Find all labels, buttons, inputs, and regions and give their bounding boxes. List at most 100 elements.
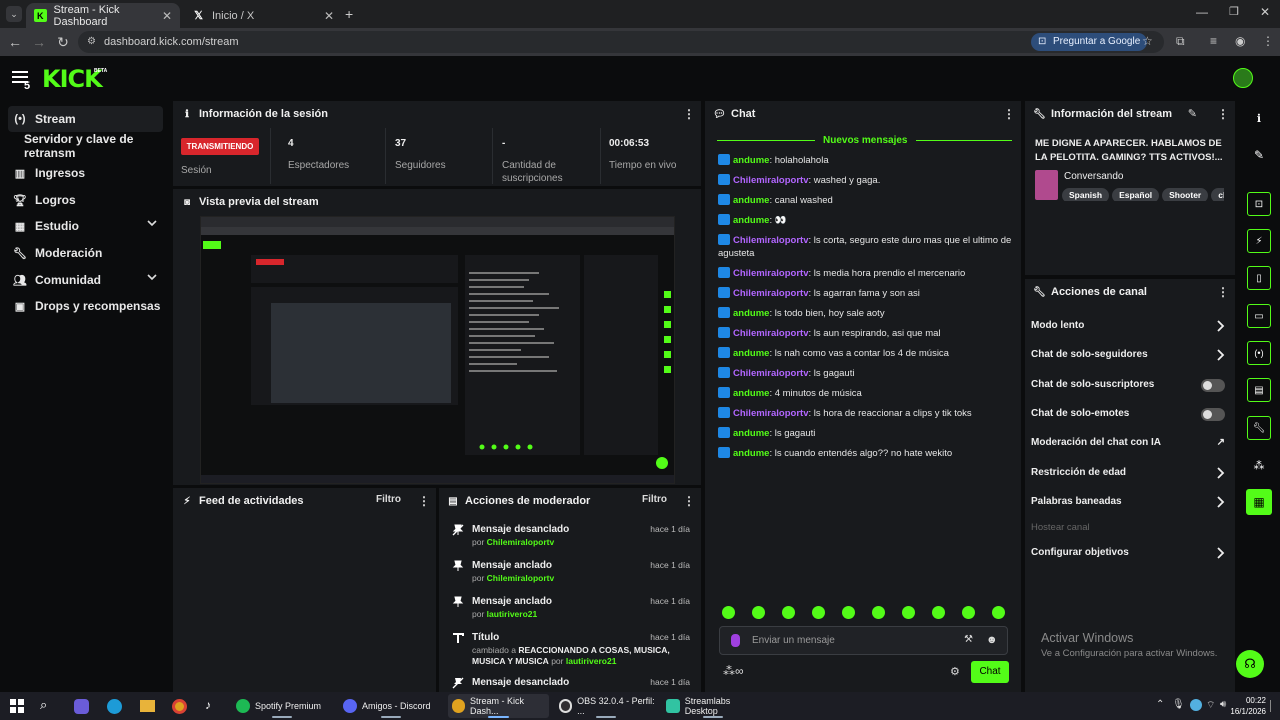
taskbar-discord[interactable]: Amigos - Discord bbox=[339, 694, 443, 718]
action-age-restriction[interactable]: Restricción de edad bbox=[1031, 463, 1227, 483]
support-headset-icon[interactable]: ☊ bbox=[1236, 650, 1264, 678]
chat-username[interactable]: andume bbox=[733, 155, 769, 166]
category-name[interactable]: Conversando bbox=[1064, 171, 1123, 182]
emote-icon[interactable] bbox=[932, 606, 945, 619]
close-tab-icon[interactable]: ✕ bbox=[324, 9, 334, 23]
bolt-icon[interactable]: ⚡︎ bbox=[1247, 229, 1271, 253]
tab-kick-dashboard[interactable]: K Stream - Kick Dashboard ✕ bbox=[26, 3, 180, 28]
mod-tools-icon[interactable]: ⚒ bbox=[964, 634, 973, 645]
taskbar-streamlabs[interactable]: Streamlabs Desktop bbox=[662, 694, 764, 718]
sidebar-item-drops[interactable]: ▣ Drops y recompensas bbox=[8, 293, 163, 319]
show-desktop-button[interactable] bbox=[1270, 700, 1276, 712]
chat-username[interactable]: andume bbox=[733, 348, 769, 359]
kick-logo[interactable]: KICK bbox=[42, 65, 103, 93]
forward-arrow-icon[interactable]: → bbox=[31, 34, 47, 50]
tray-chevron-up-icon[interactable]: ⌃ bbox=[1156, 699, 1164, 710]
action-slow-mode[interactable]: Modo lento bbox=[1031, 316, 1227, 336]
emote-icon[interactable] bbox=[962, 606, 975, 619]
tab-x-home[interactable]: 𝕏 Inicio / X ✕ bbox=[184, 3, 342, 28]
chat-rules-icon[interactable]: ⁂∞ bbox=[723, 664, 744, 678]
emote-icon[interactable] bbox=[872, 606, 885, 619]
sidebar-item-logros[interactable]: 🏆︎ Logros bbox=[8, 187, 163, 213]
focus-icon[interactable]: ⊡ bbox=[1247, 192, 1271, 216]
taskbar-chrome-kick[interactable]: Stream - Kick Dash... bbox=[448, 694, 549, 718]
more-options-icon[interactable]: ⋮ bbox=[1003, 107, 1015, 121]
emote-icon[interactable] bbox=[902, 606, 915, 619]
action-ai-moderation[interactable]: Moderación del chat con IA ↗ bbox=[1031, 433, 1227, 453]
edit-pencil-icon[interactable]: ✎ bbox=[1188, 107, 1197, 120]
emoji-icon[interactable]: ☻ bbox=[986, 634, 998, 646]
broadcast-icon[interactable]: (•) bbox=[1247, 341, 1271, 365]
taskbar-spotify[interactable]: Spotify Premium bbox=[232, 694, 332, 718]
emote-icon[interactable] bbox=[782, 606, 795, 619]
chat-username[interactable]: Chilemiraloportv bbox=[733, 368, 809, 379]
search-icon[interactable]: ⌕ bbox=[40, 697, 47, 713]
wifi-icon[interactable]: ⌔ bbox=[1206, 699, 1215, 712]
nodes-icon[interactable]: ⁂ bbox=[1246, 452, 1272, 478]
site-info-icon[interactable]: ⚙ bbox=[87, 31, 96, 53]
chat-username[interactable]: andume bbox=[733, 308, 769, 319]
address-bar[interactable]: ⚙ dashboard.kick.com/stream bbox=[78, 31, 1164, 53]
emote-icon[interactable] bbox=[722, 606, 735, 619]
filter-button[interactable]: Filtro bbox=[376, 494, 401, 505]
sidebar-item-server-key[interactable]: Servidor y clave de retransm bbox=[8, 132, 172, 160]
action-configure-goals[interactable]: Configurar objetivos bbox=[1031, 543, 1227, 563]
maximize-icon[interactable]: ❐ bbox=[1229, 5, 1239, 18]
more-options-icon[interactable]: ⋮ bbox=[683, 107, 695, 121]
action-followers-only[interactable]: Chat de solo-seguidores bbox=[1031, 345, 1227, 365]
emote-icon[interactable] bbox=[752, 606, 765, 619]
back-arrow-icon[interactable]: ← bbox=[7, 34, 23, 50]
edge-icon[interactable] bbox=[107, 699, 122, 714]
media-controls-icon[interactable]: ≡ bbox=[1210, 34, 1217, 48]
action-banned-words[interactable]: Palabras baneadas bbox=[1031, 492, 1227, 512]
close-window-icon[interactable]: ✕ bbox=[1260, 5, 1270, 19]
sidebar-item-ingresos[interactable]: ▥ Ingresos bbox=[8, 160, 163, 186]
emote-icon[interactable] bbox=[812, 606, 825, 619]
more-options-icon[interactable]: ⋮ bbox=[418, 494, 430, 508]
chat-username[interactable]: andume bbox=[733, 215, 769, 226]
moderator-name[interactable]: Chilemiraloportv bbox=[487, 537, 555, 547]
ask-google-button[interactable]: ⊡ Preguntar a Google bbox=[1031, 33, 1148, 51]
chat-username[interactable]: Chilemiraloportv bbox=[733, 328, 809, 339]
stream-preview-video[interactable] bbox=[200, 216, 675, 484]
subscribers-only-toggle[interactable] bbox=[1201, 379, 1225, 392]
file-explorer-icon[interactable] bbox=[140, 700, 155, 712]
taskbar-obs[interactable]: OBS 32.0.4 - Perfil: ... bbox=[555, 694, 657, 718]
chat-settings-gear-icon[interactable]: ⚙ bbox=[950, 665, 960, 678]
chat-username[interactable]: andume bbox=[733, 388, 769, 399]
chat-username[interactable]: andume bbox=[733, 428, 769, 439]
more-options-icon[interactable]: ⋮ bbox=[1217, 107, 1229, 121]
minimize-icon[interactable]: — bbox=[1196, 5, 1208, 19]
moderator-name[interactable]: lautirivero21 bbox=[566, 656, 617, 666]
document-icon[interactable]: ▯ bbox=[1247, 266, 1271, 290]
more-options-icon[interactable]: ⋮ bbox=[1217, 285, 1229, 299]
clock-time[interactable]: 00:22 bbox=[1236, 696, 1266, 705]
chat-username[interactable]: andume bbox=[733, 195, 769, 206]
microphone-icon[interactable] bbox=[731, 634, 740, 647]
sidebar-item-stream[interactable]: (•) Stream bbox=[8, 106, 163, 132]
profile-icon[interactable]: ◉ bbox=[1235, 34, 1245, 48]
moderator-name[interactable]: Chilemiraloportv bbox=[487, 573, 555, 583]
bookmark-star-icon[interactable]: ☆ bbox=[1142, 34, 1153, 48]
new-tab-button[interactable]: + bbox=[345, 6, 353, 22]
log-icon[interactable]: ▤ bbox=[1247, 378, 1271, 402]
more-options-icon[interactable]: ⋮ bbox=[683, 494, 695, 508]
windows-start-icon[interactable] bbox=[10, 699, 24, 713]
chat-username[interactable]: andume bbox=[733, 448, 769, 459]
sidebar-item-estudio[interactable]: ▦ Estudio bbox=[8, 213, 163, 239]
send-chat-button[interactable]: Chat bbox=[971, 661, 1009, 683]
tray-app-icon[interactable] bbox=[1190, 699, 1202, 711]
chat-input[interactable]: Enviar un mensaje ⚒ ☻ bbox=[719, 626, 1008, 655]
chat-bubble-icon[interactable]: ▭ bbox=[1247, 304, 1271, 328]
chrome-icon[interactable] bbox=[172, 699, 187, 714]
sidebar-item-moderacion[interactable]: 🔧︎ Moderación bbox=[8, 240, 163, 266]
close-tab-icon[interactable]: ✕ bbox=[162, 9, 172, 23]
copilot-icon[interactable] bbox=[74, 699, 89, 714]
emote-icon[interactable] bbox=[992, 606, 1005, 619]
reload-icon[interactable]: ↻ bbox=[55, 34, 71, 50]
chat-username[interactable]: Chilemiraloportv bbox=[733, 268, 809, 279]
chat-username[interactable]: Chilemiraloportv bbox=[733, 175, 809, 186]
clock-date[interactable]: 16/1/2026 bbox=[1226, 707, 1266, 716]
chat-username[interactable]: Chilemiraloportv bbox=[733, 288, 809, 299]
tray-microphone-icon[interactable]: 🎙︎ bbox=[1172, 699, 1185, 710]
